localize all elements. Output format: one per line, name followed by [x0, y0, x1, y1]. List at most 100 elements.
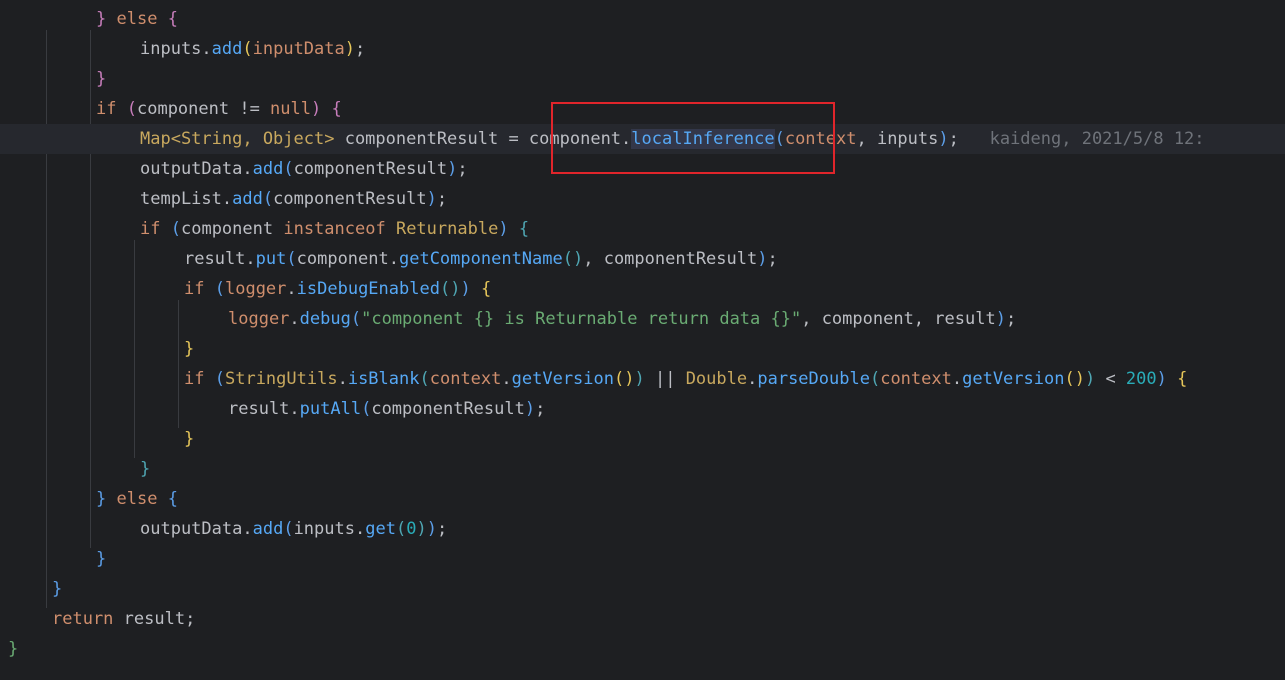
code-token: getVersion [511, 369, 614, 389]
code-token: add [252, 519, 284, 539]
code-token: ; [1005, 309, 1017, 329]
code-token: instanceof [283, 219, 386, 239]
code-token: ) [995, 309, 1006, 329]
code-token: } [140, 459, 151, 479]
code-token: , inputs [856, 129, 939, 149]
code-text: if (logger.isDebugEnabled()) { [184, 274, 491, 304]
indent-guide [90, 30, 91, 548]
code-token: ) [344, 39, 355, 59]
code-token: . [286, 279, 297, 299]
code-token: isBlank [347, 369, 420, 389]
code-token: add [252, 159, 284, 179]
code-token: } [96, 549, 107, 569]
code-token: . [289, 309, 300, 329]
code-token: { [167, 9, 178, 29]
code-token: ( [286, 249, 297, 269]
code-text: if (component != null) { [96, 94, 342, 124]
code-text: } [8, 634, 18, 664]
code-token: "component {} is Returnable return data … [361, 309, 802, 329]
code-text: } [184, 334, 194, 364]
code-token: ; [948, 129, 959, 149]
code-token: ( [361, 399, 372, 419]
code-token: ( [126, 99, 137, 119]
code-token: ) [938, 129, 949, 149]
code-token: inputs. [293, 519, 366, 539]
code-token: ) [426, 519, 437, 539]
code-text: if (component instanceof Returnable) { [140, 214, 529, 244]
code-token: () [1064, 369, 1085, 389]
code-token: context [880, 369, 952, 389]
code-token: else [116, 9, 158, 29]
code-token: ) [634, 369, 645, 389]
code-token: putAll [299, 399, 362, 419]
code-token: logger [228, 309, 290, 329]
code-text: result.put(component.getComponentName(),… [184, 244, 778, 274]
code-token: ; [436, 189, 448, 209]
code-text: return result; [52, 604, 195, 634]
code-token: ) [757, 249, 768, 269]
code-token: add [211, 39, 243, 59]
code-token: ; [535, 399, 546, 419]
code-token: isDebugEnabled [296, 279, 440, 299]
code-token: component. [296, 249, 399, 269]
code-token: } [8, 639, 19, 659]
code-token: get [365, 519, 396, 539]
code-text: if (StringUtils.isBlank(context.getVersi… [184, 364, 1187, 394]
code-token: , componentResult [583, 249, 758, 269]
code-token: result. [184, 249, 256, 269]
code-token: ) [416, 519, 427, 539]
code-token: component [180, 219, 284, 239]
indent-guide [134, 240, 135, 458]
git-blame-inlay[interactable]: kaideng, 2021/5/8 12: [990, 129, 1205, 149]
code-token: ( [262, 189, 274, 209]
code-token: ( [283, 159, 294, 179]
code-text: outputData.add(inputs.get(0)); [140, 514, 447, 544]
code-token: 200 [1125, 369, 1157, 389]
highlight-box [551, 102, 835, 174]
code-token: getComponentName [398, 249, 563, 269]
code-token: if [140, 219, 161, 239]
code-token: ; [436, 519, 448, 539]
code-token: logger [224, 279, 287, 299]
code-token: result; [113, 609, 196, 629]
code-token: tempList. [140, 189, 233, 209]
code-token: null [270, 99, 311, 119]
code-token: { [518, 219, 530, 239]
code-token: ( [214, 369, 225, 389]
code-text: } [96, 544, 106, 574]
code-token: } [184, 339, 195, 359]
code-text: inputs.add(inputData); [140, 34, 365, 64]
code-token: } [96, 489, 107, 509]
code-text: } [52, 574, 62, 604]
code-token: inputs. [140, 39, 212, 59]
code-token: ) [460, 279, 471, 299]
code-token: { [167, 489, 178, 509]
code-token: ( [419, 369, 430, 389]
code-token: StringUtils [224, 369, 338, 389]
code-text: outputData.add(componentResult); [140, 154, 468, 184]
code-token: ; [767, 249, 778, 269]
code-text: result.putAll(componentResult); [228, 394, 545, 424]
code-token: Returnable [395, 219, 499, 239]
code-token: { [480, 279, 492, 299]
code-text: } [140, 454, 150, 484]
code-token: outputData. [140, 519, 253, 539]
code-editor[interactable]: } else {inputs.add(inputData);} if (compo… [0, 0, 1285, 680]
code-token: < [1095, 369, 1126, 389]
code-token: ) [1084, 369, 1096, 389]
code-token: Map<String, Object> [140, 129, 335, 149]
code-token: ) [447, 159, 458, 179]
code-token: ( [283, 519, 294, 539]
code-token: ) [524, 399, 536, 419]
code-token: ( [869, 369, 881, 389]
code-token: 0 [406, 519, 417, 539]
code-token: getVersion [962, 369, 1065, 389]
